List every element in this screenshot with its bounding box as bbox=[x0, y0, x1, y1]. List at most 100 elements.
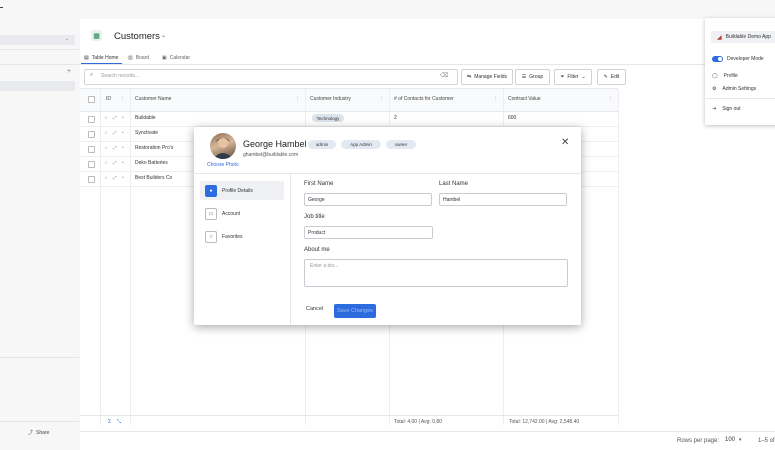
last-name-field[interactable]: Hambel bbox=[439, 193, 567, 206]
column-header-id[interactable]: ID bbox=[106, 96, 111, 102]
row-checkbox[interactable] bbox=[88, 176, 95, 183]
menu-item-admin-settings[interactable]: ⚙ Admin Settings bbox=[712, 86, 756, 92]
cancel-button[interactable]: Cancel bbox=[306, 306, 323, 312]
column-menu-icon[interactable]: ⋮ bbox=[493, 96, 498, 102]
rows-per-page-select[interactable]: 100 bbox=[725, 437, 735, 443]
star-icon[interactable]: ☆ bbox=[104, 115, 108, 121]
column-header-customer-name[interactable]: Customer Name bbox=[135, 96, 171, 102]
job-title-field[interactable]: Product bbox=[304, 226, 433, 239]
side-item-profile-details[interactable]: ● Profile Details bbox=[200, 181, 284, 200]
add-icon[interactable]: + bbox=[67, 68, 71, 75]
customer-name-cell: Deko Batteries bbox=[135, 160, 168, 166]
expand-icon[interactable]: ⤢ bbox=[113, 145, 117, 150]
share-button[interactable]: ⤴ Share bbox=[28, 428, 58, 437]
sidebar: ⌄ + bbox=[0, 19, 81, 450]
more-icon[interactable]: • bbox=[122, 130, 124, 135]
job-title-label: Job title bbox=[304, 214, 325, 220]
customer-name-cell: Restoration Pro's bbox=[135, 145, 174, 151]
star-icon[interactable]: ☆ bbox=[104, 175, 108, 181]
star-icon[interactable]: ☆ bbox=[104, 130, 108, 136]
user-email: ghambel@buildable.com bbox=[243, 152, 299, 158]
table-row[interactable]: ☆ ⤢ • Buildable 2 600 bbox=[80, 111, 618, 127]
menu-item-sign-out[interactable]: ⇥ Sign out bbox=[712, 106, 741, 112]
row-checkbox[interactable] bbox=[88, 161, 95, 168]
star-icon: ☆ bbox=[205, 230, 217, 243]
user-name: George Hambel bbox=[243, 139, 307, 149]
tab-table-home[interactable]: ▤ Table Home bbox=[84, 55, 118, 61]
column-header-contacts[interactable]: # of Contacts for Customer bbox=[394, 96, 454, 102]
sidebar-item-active[interactable] bbox=[0, 81, 75, 91]
first-name-field[interactable]: George bbox=[304, 193, 432, 206]
column-menu-icon[interactable]: ⋮ bbox=[295, 96, 300, 102]
side-item-account[interactable]: ▭ Account bbox=[200, 204, 284, 223]
top-bar bbox=[0, 0, 775, 20]
manage-fields-button[interactable]: ⇆ Manage Fields bbox=[461, 69, 513, 85]
customer-name-cell: Best Builders Co bbox=[135, 175, 173, 181]
column-menu-icon[interactable]: ⋮ bbox=[608, 96, 613, 102]
filter-icon: ⏷ bbox=[560, 74, 565, 80]
sidebar-item-selected[interactable]: ⌄ bbox=[0, 35, 75, 45]
about-me-textarea[interactable] bbox=[304, 259, 568, 287]
page-title[interactable]: Customers bbox=[114, 31, 160, 42]
side-item-favorites[interactable]: ☆ Favorites bbox=[200, 227, 284, 246]
divider bbox=[0, 49, 79, 50]
chevron-down-icon[interactable]: ▾ bbox=[739, 437, 742, 443]
divider bbox=[194, 173, 581, 174]
row-checkbox[interactable] bbox=[88, 116, 95, 123]
avatar[interactable] bbox=[210, 133, 236, 159]
tab-calendar[interactable]: ▣ Calendar bbox=[162, 55, 190, 61]
column-header-contract-value[interactable]: Contract Value bbox=[508, 96, 541, 102]
chevron-down-icon[interactable]: ⌄ bbox=[161, 32, 166, 39]
expand-icon[interactable]: ⤢ bbox=[113, 115, 117, 120]
choose-photo-link[interactable]: Choose Photo bbox=[207, 162, 239, 168]
role-badge: App Admin bbox=[341, 140, 381, 149]
menu-dash-icon[interactable] bbox=[0, 7, 3, 8]
about-me-placeholder: Enter a bio... bbox=[310, 263, 339, 269]
user-icon: ◯ bbox=[712, 73, 718, 79]
role-badge: owner bbox=[386, 140, 416, 149]
close-icon[interactable]: ✕ bbox=[561, 137, 569, 148]
more-icon[interactable]: • bbox=[122, 175, 124, 180]
select-all-checkbox[interactable] bbox=[88, 96, 95, 103]
star-icon[interactable]: ☆ bbox=[104, 160, 108, 166]
row-checkbox[interactable] bbox=[88, 146, 95, 153]
save-changes-button[interactable]: Save Changes bbox=[334, 304, 376, 318]
column-divider bbox=[618, 89, 619, 425]
expand-icon[interactable]: ⤢ bbox=[113, 130, 117, 135]
filter-button[interactable]: ⏷ Filter ⌄ bbox=[554, 69, 592, 85]
star-icon[interactable]: ☆ bbox=[104, 145, 108, 151]
more-icon[interactable]: • bbox=[122, 160, 124, 165]
user-icon: ● bbox=[205, 184, 217, 197]
column-header-customer-industry[interactable]: Customer Industry bbox=[310, 96, 351, 102]
page-range: 1–5 of bbox=[758, 438, 775, 444]
chevron-down-icon: ⌄ bbox=[581, 74, 586, 80]
role-badge: admin bbox=[308, 140, 336, 149]
logout-icon: ⇥ bbox=[712, 106, 717, 112]
tab-board[interactable]: ▥ Board bbox=[128, 55, 149, 61]
share-icon: ⤴ bbox=[28, 430, 34, 436]
group-button[interactable]: ☰ Group bbox=[515, 69, 550, 85]
search-input[interactable] bbox=[84, 69, 458, 85]
org-switcher[interactable]: ◢ Buildable Demo App bbox=[711, 31, 775, 43]
menu-item-profile[interactable]: ◯ Profile bbox=[712, 73, 738, 79]
expand-icon[interactable]: ⤡ bbox=[117, 419, 121, 425]
more-icon[interactable]: • bbox=[122, 115, 124, 120]
divider bbox=[290, 174, 291, 325]
clear-search-icon[interactable]: ⌫ bbox=[440, 72, 448, 79]
expand-icon[interactable]: ⤢ bbox=[113, 175, 117, 180]
expand-icon[interactable]: ⤢ bbox=[113, 160, 117, 165]
column-menu-icon[interactable]: ⋮ bbox=[120, 96, 125, 102]
divider bbox=[80, 64, 775, 65]
toggle-knob bbox=[718, 57, 722, 61]
column-menu-icon[interactable]: ⋮ bbox=[379, 96, 384, 102]
customer-name-cell: Buildable bbox=[135, 115, 156, 121]
formula-icon[interactable]: Σ bbox=[108, 419, 111, 425]
edit-button[interactable]: ✎ Edit bbox=[597, 69, 626, 85]
avatar-photo bbox=[213, 138, 233, 159]
divider bbox=[0, 357, 79, 358]
row-checkbox[interactable] bbox=[88, 131, 95, 138]
buildable-logo-icon: ◢ bbox=[717, 34, 722, 41]
pencil-icon: ✎ bbox=[603, 74, 608, 80]
contacts-cell: 2 bbox=[394, 115, 397, 121]
more-icon[interactable]: • bbox=[122, 145, 124, 150]
